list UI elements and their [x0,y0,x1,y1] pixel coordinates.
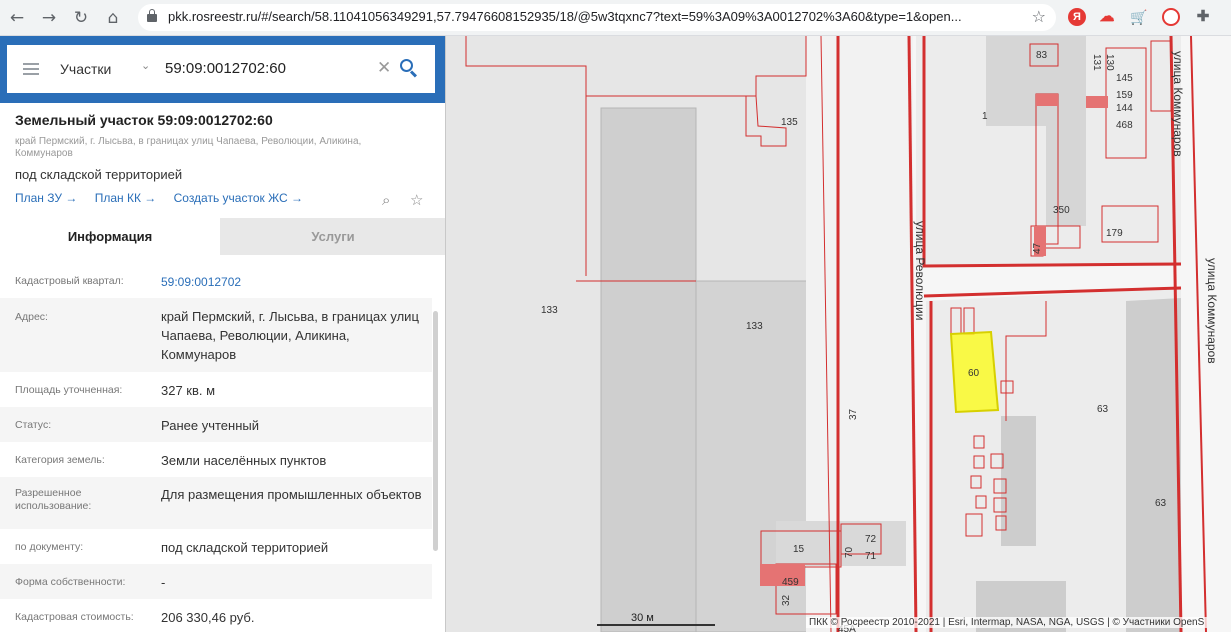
info-value: край Пермский, г. Лысьва, в границах ули… [161,309,419,362]
search-icon[interactable] [400,59,418,78]
info-label: Категория земель: [15,454,105,466]
parcel-label: 159 [1116,90,1133,101]
info-label: Форма собственности: [15,576,126,588]
info-row: по документу: под складской территорией [0,529,432,564]
back-arrow-icon[interactable]: ← [6,7,28,29]
bookmark-star-icon[interactable]: ☆ [1032,7,1046,26]
info-label: Кадастровая стоимость: [15,611,134,623]
create-parcel-link[interactable]: Создать участок ЖС → [174,191,303,205]
menu-icon[interactable] [23,63,39,75]
info-value: 327 кв. м [161,383,216,398]
parcel-label: 131 [1091,54,1102,71]
info-label: Кадастровый квартал: [15,275,124,287]
parcel-label: 468 [1116,120,1133,131]
info-panel: Участки ⌄ 59:09:0012702:60 ✕ Земельный у… [0,36,446,632]
info-value-quarter-link[interactable]: 59:09:0012702 [161,273,426,292]
tab-bar: Информация Услуги [0,218,445,255]
parcel-label: 47 [1032,242,1043,254]
info-row: Статус: Ранее учтенный [0,407,432,442]
info-value: Земли населённых пунктов [161,453,327,468]
street-label: улица Коммунаров [1171,51,1185,157]
home-icon[interactable]: ⌂ [102,7,124,29]
info-row: Адрес: край Пермский, г. Лысьва, в грани… [0,298,432,372]
street-label: улица Коммунаров [1205,258,1219,364]
parcel-label: 133 [746,321,763,332]
address-bar[interactable]: pkk.rosreestr.ru/#/search/58.11041056349… [138,4,1056,31]
forward-arrow-icon[interactable]: → [38,7,60,29]
parcel-label: 72 [865,534,877,545]
parcel-label: 32 [781,594,792,606]
plan-kk-link[interactable]: План КК → [95,191,157,205]
object-links: План ЗУ → План КК → Создать участок ЖС → [15,191,317,205]
parcel-label: 15 [793,544,805,555]
parcel-label: 145 [1116,73,1133,84]
info-label: Статус: [15,419,52,431]
info-value: - [161,575,166,590]
puzzle-extensions-icon[interactable]: ✚ [1194,8,1212,26]
search-input[interactable]: 59:09:0012702:60 [165,60,286,77]
map-building [1126,298,1181,632]
info-row: Категория земель: Земли населённых пункт… [0,442,432,477]
object-address: край Пермский, г. Лысьва, в границах ули… [15,136,362,159]
cloud-extension-icon[interactable]: ☁ [1098,8,1116,26]
parcel-label: 133 [541,305,558,316]
search-bar-area: Участки ⌄ 59:09:0012702:60 ✕ [0,36,445,103]
parcel-label: 130 [1104,54,1115,71]
scrollbar[interactable] [433,311,438,551]
parcel-label: 1 [982,111,988,122]
lock-icon [147,9,157,23]
antivirus-extension-icon[interactable] [1162,8,1180,26]
object-title: Земельный участок 59:09:0012702:60 [15,112,273,128]
favorite-star-icon[interactable]: ☆ [410,191,423,209]
parcel-highlight [1086,96,1108,108]
clear-icon[interactable]: ✕ [377,58,391,78]
parcel-label: 63 [1155,498,1167,509]
info-label: Разрешенное использование: [15,487,92,512]
browser-toolbar: ← → ↻ ⌂ pkk.rosreestr.ru/#/search/58.110… [0,0,1231,36]
parcel-highlight [1036,94,1058,106]
parcel-label: 135 [781,117,798,128]
info-row: Кадастровая стоимость: 206 330,46 руб. [0,599,432,632]
info-label: Площадь уточненная: [15,384,123,396]
info-row: Форма собственности: - [0,564,432,599]
info-row: Кадастровый квартал: 59:09:0012702 [0,261,432,298]
info-value: 206 330,46 руб. [161,610,255,625]
parcel-label: 179 [1106,228,1123,239]
info-label: по документу: [15,541,84,553]
yandex-extension-icon[interactable]: Я [1068,8,1086,26]
map-scale-label: 30 м [631,612,654,624]
info-label: Адрес: [15,311,48,323]
parcel-label: 63 [1097,404,1109,415]
parcel-label: 70 [844,546,855,558]
street-label: улица Революции [913,221,927,320]
chevron-down-icon[interactable]: ⌄ [141,59,150,72]
info-row: Площадь уточненная: 327 кв. м [0,372,432,407]
cadastral-map[interactable]: 135 133 133 37 15 70 72 71 459 32 45A 60… [446,36,1231,632]
parcel-label: 459 [782,577,799,588]
info-value: под складской территорией [161,540,329,555]
tab-services[interactable]: Услуги [220,218,445,255]
zoom-to-object-icon[interactable]: ⌕ [382,191,390,209]
info-value: Ранее учтенный [161,418,259,433]
search-box: Участки ⌄ 59:09:0012702:60 ✕ [7,45,435,93]
object-use: под складской территорией [15,167,183,182]
cart-extension-icon[interactable]: 🛒 [1130,8,1148,26]
parcel-label: 71 [865,551,877,562]
search-mode-select[interactable]: Участки [60,61,111,77]
parcel-label: 83 [1036,50,1048,61]
tab-info[interactable]: Информация [0,218,220,255]
info-value: Для размещения промышленных объектов [161,487,422,502]
parcel-label: 350 [1053,205,1070,216]
reload-icon[interactable]: ↻ [70,7,92,29]
plan-zu-link[interactable]: План ЗУ → [15,191,77,205]
info-row: Разрешенное использование: Для размещени… [0,477,432,529]
map-attribution: ПКК © Росреестр 2010-2021 | Esri, Interm… [806,617,1208,628]
parcel-label: 144 [1116,103,1133,114]
url-text: pkk.rosreestr.ru/#/search/58.11041056349… [168,9,962,24]
map-canvas: 135 133 133 37 15 70 72 71 459 32 45A 60… [446,36,1219,632]
parcel-label: 37 [848,408,859,420]
map-scale-bar [597,618,715,626]
parcel-label: 60 [968,368,980,379]
